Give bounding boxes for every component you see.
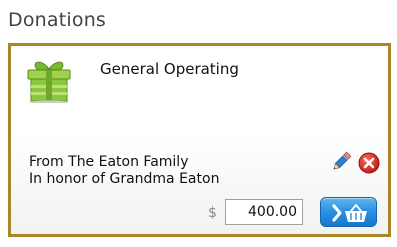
donation-amount-input[interactable] <box>225 199 303 225</box>
message-line-2: In honor of Grandma Eaton <box>29 171 220 187</box>
donation-card: General Operating From The Eaton Family … <box>8 43 391 237</box>
remove-x-icon[interactable] <box>358 152 380 174</box>
currency-symbol: $ <box>208 205 217 221</box>
chevron-basket-icon <box>332 204 367 222</box>
page-title: Donations <box>8 9 107 31</box>
pencil-icon[interactable] <box>330 151 352 173</box>
message-line-1: From The Eaton Family <box>29 154 189 170</box>
gift-icon <box>27 61 71 103</box>
dedication-message: From The Eaton Family In honor of Grandm… <box>29 154 219 188</box>
fund-name: General Operating <box>100 60 239 78</box>
checkout-button[interactable] <box>320 197 377 227</box>
